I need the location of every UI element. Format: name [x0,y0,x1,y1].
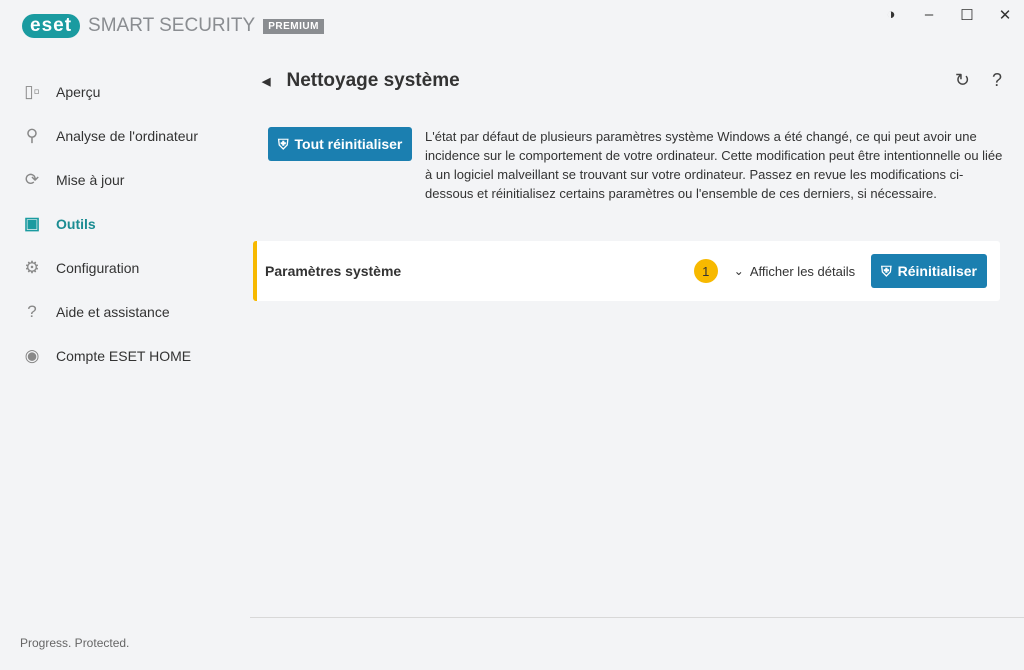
sidebar-item-label: Configuration [56,260,140,276]
sidebar-item-apercu[interactable]: ▯▫ Aperçu [22,70,198,114]
maximize-button[interactable]: ☐ [958,6,976,24]
contrast-icon[interactable]: ◑ [882,6,900,24]
help-button[interactable]: ? [992,70,1002,91]
description: L'état par défaut de plusieurs paramètre… [425,129,1003,201]
sidebar-item-compte[interactable]: ◉ Compte ESET HOME [22,334,198,378]
sidebar-item-label: Compte ESET HOME [56,348,192,364]
dashboard-icon: ▯▫ [24,82,40,101]
shield-icon: ⛨ [278,135,289,152]
sidebar-item-outils[interactable]: ▣ Outils [22,202,198,246]
refresh-button[interactable]: ↻ [955,70,970,91]
page-header: ◀ Nettoyage système [262,70,460,92]
search-icon: ⚲ [25,126,39,145]
edition-badge: PREMIUM [263,18,324,34]
sidebar-item-label: Outils [56,216,96,232]
back-icon[interactable]: ◀ [262,75,270,88]
reset-all-label: Tout réinitialiser [294,136,403,152]
shield-icon: ⛨ [881,262,892,279]
count-badge: 1 [693,259,718,283]
chevron-down-icon: ⌄ [733,264,744,278]
sidebar-item-mise-a-jour[interactable]: ⟳ Mise à jour [22,158,198,202]
sidebar: ▯▫ Aperçu ⚲ Analyse de l'ordinateur ⟳ Mise … [22,70,198,378]
sidebar-item-configuration[interactable]: ⚙ Configuration [22,246,198,290]
eset-logo: eset [22,14,81,38]
minimize-button[interactable]: – [920,6,938,24]
sidebar-item-label: Mise à jour [56,172,125,188]
app-logo: eset SMART SECURITY PREMIUM [22,14,324,38]
divider [250,617,1024,618]
page-title: Nettoyage système [286,70,460,91]
gear-icon: ⚙ [24,258,40,277]
system-settings-card: Paramètres système 1 ⌄ Afficher les déta… [253,241,1000,301]
toolbox-icon: ▣ [23,214,41,233]
sidebar-item-label: Aperçu [56,84,101,100]
product-name: SMART SECURITY [88,15,256,36]
sidebar-item-analyse[interactable]: ⚲ Analyse de l'ordinateur [22,114,198,158]
sidebar-item-label: Aide et assistance [56,304,170,320]
refresh-icon: ⟳ [24,170,40,189]
tagline: Progress. Protected. [20,636,130,650]
account-icon: ◉ [24,346,40,365]
show-details-link[interactable]: Afficher les détails [750,264,855,279]
header-tools: ↻ ? [955,70,1002,91]
reset-button[interactable]: ⛨ Réinitialiser [871,254,987,288]
sidebar-item-aide[interactable]: ? Aide et assistance [22,290,198,334]
sidebar-item-label: Analyse de l'ordinateur [56,128,198,144]
card-label: Paramètres système [265,263,402,279]
window-controls: ◑ – ☐ ✕ [882,6,1014,24]
help-icon: ? [27,302,37,321]
reset-all-button[interactable]: ⛨ Tout réinitialiser [268,127,413,161]
close-button[interactable]: ✕ [996,6,1014,24]
reset-label: Réinitialiser [897,263,977,279]
